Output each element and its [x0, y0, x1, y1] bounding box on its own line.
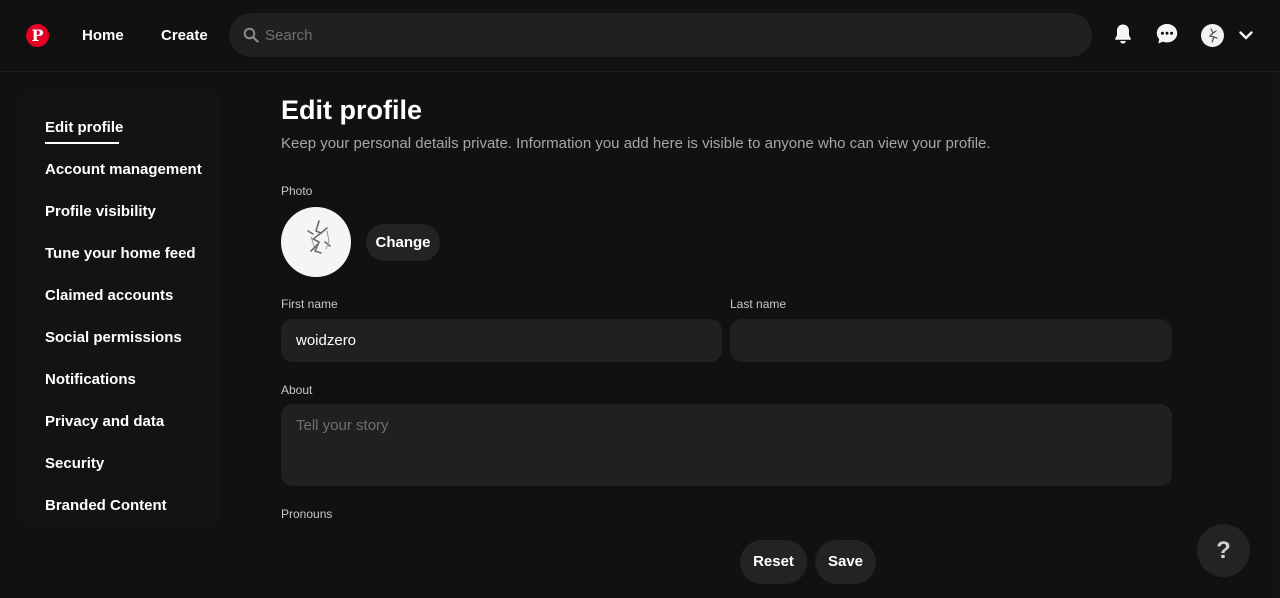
first-name-label: First name	[281, 297, 338, 311]
first-name-field[interactable]	[281, 319, 722, 362]
page-description: Keep your personal details private. Info…	[281, 135, 991, 152]
last-name-field[interactable]	[730, 319, 1172, 362]
nav-home-link[interactable]: Home	[82, 26, 124, 46]
search-bar[interactable]	[229, 13, 1092, 57]
profile-photo	[281, 207, 351, 277]
pinterest-logo[interactable]: P	[26, 24, 49, 47]
reset-button[interactable]: Reset	[740, 540, 807, 584]
search-input[interactable]	[265, 13, 1065, 57]
sidebar-item-account-management[interactable]: Account management	[45, 160, 202, 180]
search-icon	[243, 27, 259, 43]
last-name-label: Last name	[730, 297, 787, 311]
sidebar-item-profile-visibility[interactable]: Profile visibility	[45, 202, 156, 222]
sidebar-item-tune-home-feed[interactable]: Tune your home feed	[45, 244, 196, 264]
change-photo-button[interactable]: Change	[366, 224, 440, 261]
top-navigation: P Home Create	[0, 0, 1280, 72]
save-button[interactable]: Save	[815, 540, 876, 584]
avatar-sketch-icon	[1208, 28, 1218, 43]
sidebar-item-notifications[interactable]: Notifications	[45, 370, 136, 390]
avatar[interactable]	[1201, 24, 1224, 47]
sidebar-item-edit-profile[interactable]: Edit profile	[45, 118, 123, 138]
pronouns-label: Pronouns	[281, 507, 333, 521]
photo-label: Photo	[281, 184, 313, 198]
logo-letter: P	[31, 26, 44, 45]
page-title: Edit profile	[281, 95, 422, 125]
chat-icon[interactable]	[1155, 22, 1179, 46]
sidebar-item-privacy-and-data[interactable]: Privacy and data	[45, 412, 164, 432]
about-label: About	[281, 383, 313, 397]
chevron-down-icon[interactable]	[1238, 29, 1254, 41]
about-field[interactable]	[281, 404, 1172, 486]
sketch-avatar-image	[307, 220, 331, 254]
nav-create-link[interactable]: Create	[161, 26, 208, 46]
sidebar-item-claimed-accounts[interactable]: Claimed accounts	[45, 286, 173, 306]
sidebar-item-social-permissions[interactable]: Social permissions	[45, 328, 182, 348]
sidebar-item-security[interactable]: Security	[45, 454, 104, 474]
action-bar	[221, 522, 1221, 598]
scrollbar[interactable]	[1271, 73, 1280, 598]
bell-icon[interactable]	[1111, 22, 1135, 46]
active-tab-underline	[45, 142, 119, 144]
help-button[interactable]: ?	[1197, 524, 1250, 577]
sidebar-item-branded-content[interactable]: Branded Content	[45, 496, 167, 516]
